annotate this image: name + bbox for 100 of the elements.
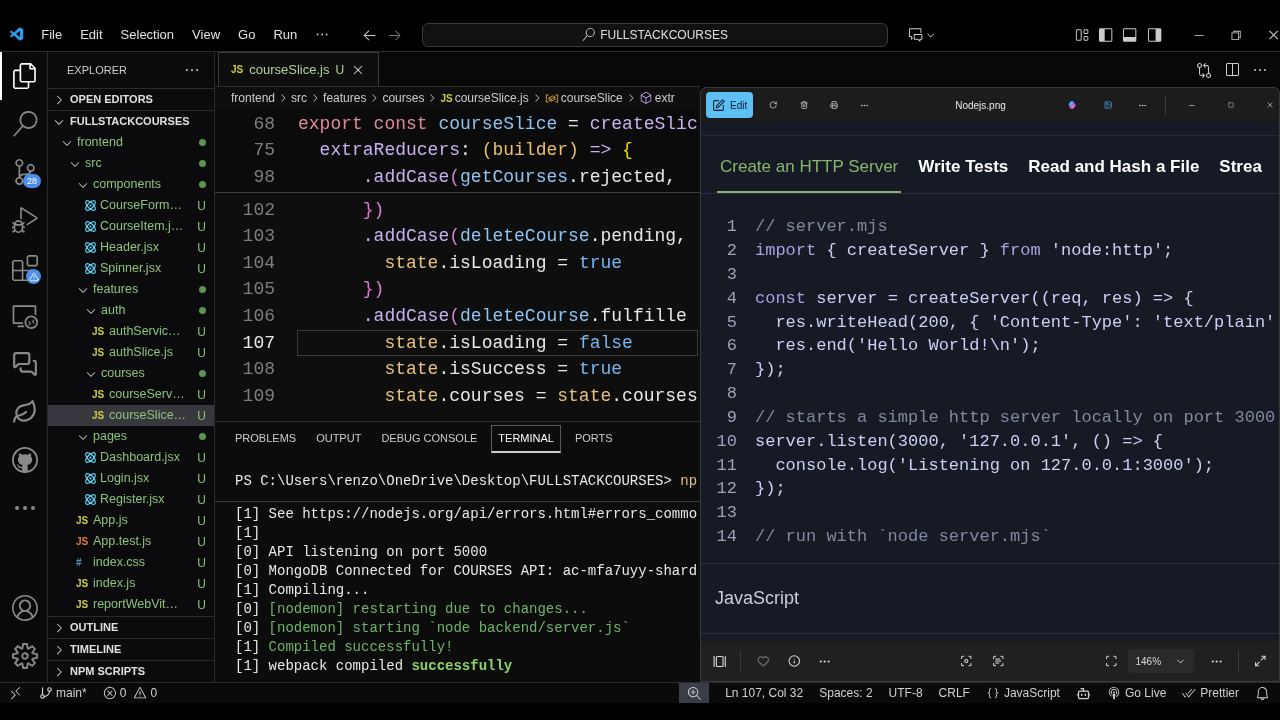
breadcrumb-item[interactable]: courseSlice: [560, 89, 623, 107]
breadcrumb-item[interactable]: courseSlice.js: [454, 89, 529, 107]
tree-item[interactable]: Spinner.jsx U: [48, 258, 214, 279]
tree-item[interactable]: # index.css U: [48, 552, 214, 573]
tree-item[interactable]: auth: [48, 300, 214, 321]
status-item[interactable]: Spaces: 2: [819, 684, 873, 702]
tree-item[interactable]: Header.jsx U: [48, 237, 214, 258]
code-line: // run with `node server.mjs`: [755, 526, 1051, 549]
code-line: }): [361, 198, 386, 222]
tree-item[interactable]: courses: [48, 363, 214, 384]
atom-icon: [84, 241, 97, 254]
scan-text-icon[interactable]: [992, 654, 1005, 668]
tree-item[interactable]: CourseItem.j… U: [48, 216, 214, 237]
menu-item[interactable]: Edit: [72, 24, 111, 45]
panel-tab[interactable]: PORTS: [568, 424, 619, 453]
compare-icon[interactable]: [1196, 61, 1212, 78]
info-icon[interactable]: [787, 654, 801, 668]
status-item[interactable]: UTF-8: [888, 684, 923, 702]
zoom-dropdown[interactable]: 146%: [1127, 649, 1195, 673]
editor-tab[interactable]: JS courseSlice.js U: [218, 52, 380, 86]
focus-icon[interactable]: [959, 654, 973, 668]
menu-item[interactable]: Go: [230, 24, 264, 45]
file-name: courses: [101, 365, 145, 383]
tree-item[interactable]: JS courseSlice… U: [48, 405, 214, 426]
section-header[interactable]: OUTLINE: [48, 616, 214, 638]
line-number: 106: [241, 304, 275, 328]
sidebar-right-icon[interactable]: [1146, 26, 1162, 43]
search-field[interactable]: FULLSTACKCOURSES: [422, 22, 889, 47]
breadcrumb-item[interactable]: frontend: [231, 89, 276, 107]
code-line: import { createServer } from 'node:http';: [755, 240, 1174, 262]
panel-tab[interactable]: DEBUG CONSOLE: [375, 424, 484, 453]
status-item[interactable]: JavaScript: [985, 684, 1060, 702]
chat-icon: [11, 351, 38, 377]
section-header[interactable]: TIMELINE: [48, 638, 214, 660]
delete-icon[interactable]: [799, 98, 808, 112]
panel-tab[interactable]: OUTPUT: [310, 424, 368, 453]
bell-icon[interactable]: [1255, 685, 1270, 701]
rotate-icon[interactable]: [769, 98, 778, 112]
tree-item[interactable]: features: [48, 279, 214, 300]
robot-icon[interactable]: [1075, 685, 1091, 701]
section-header[interactable]: FULLSTACKCOURSES: [48, 110, 214, 132]
fit-icon[interactable]: [1104, 654, 1118, 668]
chat-icon[interactable]: [908, 26, 924, 43]
heart-icon[interactable]: [757, 654, 770, 668]
file-name: features: [93, 281, 139, 299]
status-item[interactable]: Go Live: [1106, 684, 1167, 702]
tree-item[interactable]: JS App.test.js U: [48, 531, 214, 552]
edit-button[interactable]: Edit: [706, 92, 754, 118]
tree-item[interactable]: JS authSlice.js U: [48, 342, 214, 363]
menu-item[interactable]: Run: [265, 24, 306, 45]
tree-item[interactable]: Dashboard.jsx U: [48, 447, 214, 468]
sidebar-left-icon[interactable]: [1098, 26, 1114, 43]
menu-item[interactable]: Selection: [112, 24, 183, 45]
breadcrumb-item[interactable]: features: [323, 89, 367, 107]
tree-item[interactable]: JS index.js U: [48, 573, 214, 594]
tree-item[interactable]: JS authServic… U: [48, 321, 214, 342]
split-icon[interactable]: [1224, 61, 1240, 78]
file-name: CourseForm…: [100, 197, 182, 215]
line-number: 2: [725, 240, 737, 262]
line-number: 103: [241, 225, 275, 249]
remote-icon[interactable]: [8, 685, 23, 701]
zoom-icon[interactable]: [679, 683, 710, 703]
status-item[interactable]: Ln 107, Col 32: [725, 684, 804, 702]
tree-item[interactable]: pages: [48, 426, 214, 447]
tree-item[interactable]: JS App.js U: [48, 510, 214, 531]
panel-tab[interactable]: PROBLEMS: [229, 424, 303, 453]
sparkle-logo-icon[interactable]: [1067, 98, 1077, 112]
status-item[interactable]: Prettier: [1182, 684, 1239, 702]
problems-status[interactable]: 0 0: [102, 684, 158, 702]
breadcrumb-item[interactable]: extr: [654, 89, 675, 107]
menu-item[interactable]: File: [33, 24, 71, 45]
line-number: 7: [725, 359, 737, 382]
expand-icon[interactable]: [1254, 654, 1267, 668]
section-header[interactable]: OPEN EDITORS: [48, 88, 214, 110]
maximize-icon[interactable]: [1227, 100, 1234, 110]
line-number: 13: [715, 502, 737, 525]
file-type-icon: JS: [92, 408, 106, 423]
tree-item[interactable]: JS courseServ… U: [48, 384, 214, 405]
tree-item[interactable]: CourseForm… U: [48, 195, 214, 216]
panel-layout-icon[interactable]: [1122, 26, 1138, 43]
file-name: pages: [93, 428, 128, 446]
branch-status[interactable]: main*: [39, 684, 87, 702]
layout-icon[interactable]: [1073, 26, 1090, 43]
panel-tab[interactable]: TERMINAL: [491, 424, 561, 453]
filmstrip-icon[interactable]: [713, 653, 727, 669]
tree-item[interactable]: JS reportWebVit… U: [48, 594, 214, 615]
tree-item[interactable]: Register.jsx U: [48, 489, 214, 510]
file-type-icon: JS: [76, 597, 90, 612]
close-icon[interactable]: [1266, 27, 1280, 42]
status-item[interactable]: CRLF: [938, 684, 970, 702]
git-status: U: [197, 407, 206, 425]
tree-item[interactable]: components: [48, 174, 214, 195]
image-icon[interactable]: [1104, 98, 1113, 112]
print-icon[interactable]: [829, 98, 839, 112]
menu-item[interactable]: View: [184, 24, 229, 45]
tree-item[interactable]: Login.jsx U: [48, 468, 214, 489]
breadcrumb-item[interactable]: src: [291, 89, 308, 107]
tree-item[interactable]: frontend: [48, 132, 214, 153]
tree-item[interactable]: src: [48, 153, 214, 174]
breadcrumb-item[interactable]: courses: [382, 89, 425, 107]
